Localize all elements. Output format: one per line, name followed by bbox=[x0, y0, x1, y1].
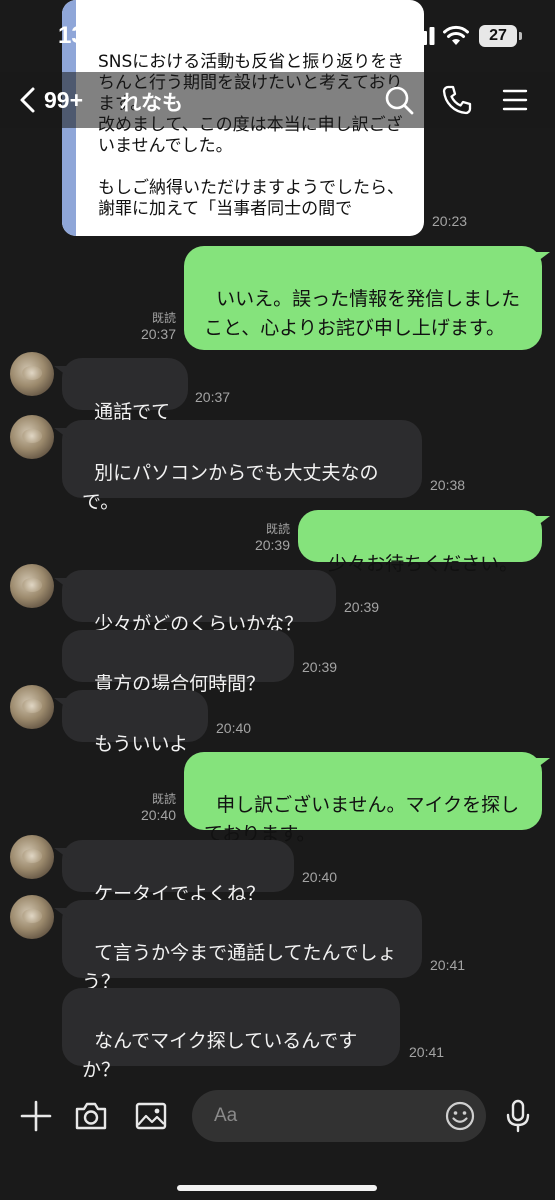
message-meta: 既読 20:39 bbox=[234, 522, 290, 553]
incoming-message[interactable]: ケータイでよくね？ bbox=[54, 840, 294, 905]
message-text: いいえ。誤った情報を発信しましたこと、心よりお詫び申し上げます。 bbox=[204, 288, 521, 339]
battery-indicator: 27 bbox=[479, 25, 517, 47]
plus-icon[interactable] bbox=[18, 1098, 54, 1134]
message-text: もういいよ bbox=[94, 733, 189, 755]
message-timestamp: 20:40 bbox=[140, 807, 176, 823]
status-bar: 13:45 27 bbox=[0, 0, 555, 72]
message-meta: 既読 20:37 bbox=[120, 311, 176, 342]
message-timestamp: 20:39 bbox=[254, 537, 290, 553]
message-timestamp: 20:40 bbox=[216, 720, 252, 736]
read-receipt: 既読 bbox=[151, 792, 176, 806]
avatar[interactable] bbox=[10, 415, 54, 459]
message-timestamp: 20:41 bbox=[430, 957, 466, 973]
message-timestamp: 20:38 bbox=[430, 477, 466, 493]
incoming-message[interactable]: 別にパソコンからでも大丈夫なので。 bbox=[54, 420, 422, 513]
message-meta: 既読 20:40 bbox=[120, 792, 176, 823]
phone-icon[interactable] bbox=[441, 84, 473, 116]
incoming-message[interactable]: なんでマイク探しているんですか？ bbox=[62, 988, 400, 1081]
message-text: 申し訳ございません。マイクを探しております。 bbox=[204, 794, 520, 845]
image-icon[interactable] bbox=[133, 1098, 169, 1134]
status-time: 13:45 bbox=[58, 22, 120, 49]
microphone-icon[interactable] bbox=[500, 1098, 536, 1134]
back-button[interactable]: 99+ bbox=[18, 80, 83, 120]
message-timestamp: 20:39 bbox=[344, 599, 380, 615]
incoming-message[interactable]: 通話でて bbox=[54, 358, 188, 423]
message-text: て言うか今まで通話してたんでしょう？ bbox=[82, 942, 397, 993]
emoji-icon[interactable] bbox=[442, 1098, 478, 1134]
message-timestamp: 20:41 bbox=[409, 1044, 445, 1060]
read-receipt: 既読 bbox=[151, 311, 176, 325]
avatar[interactable] bbox=[10, 835, 54, 879]
chat-header: 99+ れなも bbox=[0, 72, 555, 128]
unread-count: 99+ bbox=[44, 86, 84, 113]
message-timestamp: 20:39 bbox=[302, 659, 338, 675]
incoming-message[interactable]: 貴方の場合何時間？ bbox=[62, 630, 294, 695]
home-indicator[interactable] bbox=[177, 1185, 377, 1191]
message-input-bar bbox=[0, 1078, 555, 1200]
outgoing-message[interactable]: 少々お待ちください。 bbox=[298, 510, 550, 575]
message-text: なんでマイク探しているんですか？ bbox=[82, 1030, 358, 1081]
camera-icon[interactable] bbox=[73, 1098, 109, 1134]
avatar[interactable] bbox=[10, 352, 54, 396]
menu-icon[interactable] bbox=[499, 84, 531, 116]
chat-title: れなも bbox=[120, 91, 183, 115]
battery-tip bbox=[519, 32, 522, 40]
message-timestamp: 20:37 bbox=[195, 389, 231, 405]
preview-timestamp: 20:23 bbox=[432, 213, 468, 229]
message-text: 少々お待ちください。 bbox=[328, 553, 519, 575]
avatar[interactable] bbox=[10, 895, 54, 939]
read-receipt: 既読 bbox=[265, 522, 290, 536]
outgoing-message[interactable]: 申し訳ございません。マイクを探しております。 bbox=[184, 752, 550, 845]
cellular-signal-icon bbox=[407, 27, 435, 45]
avatar[interactable] bbox=[10, 564, 54, 608]
search-icon[interactable] bbox=[383, 84, 415, 116]
incoming-message[interactable]: もういいよ bbox=[54, 690, 208, 755]
avatar[interactable] bbox=[10, 685, 54, 729]
message-timestamp: 20:40 bbox=[302, 869, 338, 885]
outgoing-message[interactable]: いいえ。誤った情報を発信しましたこと、心よりお詫び申し上げます。 bbox=[184, 246, 550, 350]
incoming-message[interactable]: 少々がどのくらいかな？ bbox=[54, 570, 336, 635]
message-timestamp: 20:37 bbox=[140, 326, 176, 342]
message-text: 別にパソコンからでも大丈夫なので。 bbox=[82, 462, 379, 513]
incoming-message[interactable]: て言うか今まで通話してたんでしょう？ bbox=[54, 900, 422, 993]
wifi-icon bbox=[443, 25, 469, 45]
chevron-left-icon bbox=[20, 87, 35, 113]
